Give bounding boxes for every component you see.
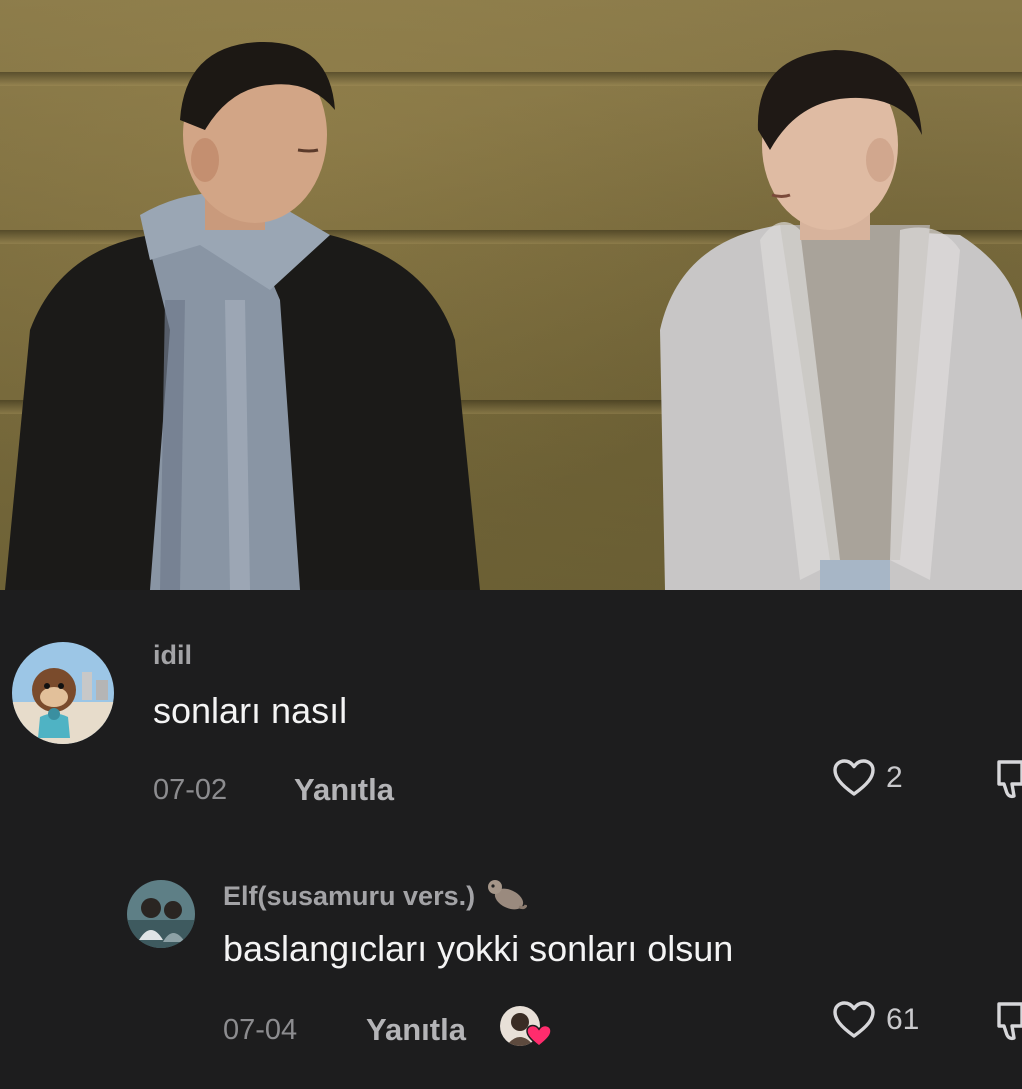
avatar-couple-photo-icon bbox=[127, 880, 195, 948]
like-count: 61 bbox=[886, 1003, 920, 1036]
reply-button[interactable]: Yanıtla bbox=[294, 772, 394, 808]
dislike-button[interactable] bbox=[996, 758, 1022, 805]
dislike-button[interactable] bbox=[996, 1000, 1022, 1047]
otter-emoji-icon bbox=[487, 880, 528, 910]
heart-outline-icon bbox=[833, 759, 875, 796]
thumbs-down-icon bbox=[997, 1002, 1022, 1041]
people-illustration bbox=[5, 41, 1022, 590]
comment-date: 07-04 bbox=[223, 1014, 298, 1046]
comment-username[interactable]: Elf(susamuru vers.) bbox=[223, 877, 528, 913]
avatar[interactable] bbox=[127, 880, 195, 948]
like-button[interactable]: 61 bbox=[832, 1000, 919, 1040]
comment-section: idil sonları nasıl 07-02 Yanıtla 2 Elf(s… bbox=[0, 590, 1022, 1089]
reply-button[interactable]: Yanıtla bbox=[366, 1012, 466, 1048]
thumbs-down-icon bbox=[997, 760, 1022, 799]
left-person bbox=[5, 41, 480, 590]
right-person bbox=[660, 50, 1022, 590]
comment-text: baslangıcları yokki sonları olsun bbox=[223, 928, 734, 969]
comment-text: sonları nasıl bbox=[153, 690, 348, 731]
heart-badge-icon bbox=[526, 1024, 552, 1047]
avatar-monkey-beach-icon bbox=[12, 642, 114, 744]
like-button[interactable]: 2 bbox=[832, 758, 903, 798]
like-count: 2 bbox=[886, 761, 903, 794]
comment-username[interactable]: idil bbox=[153, 640, 192, 671]
post-image bbox=[0, 0, 1022, 590]
comment-date: 07-02 bbox=[153, 774, 228, 806]
username-text: Elf(susamuru vers.) bbox=[223, 881, 476, 911]
heart-outline-icon bbox=[833, 1001, 875, 1038]
avatar[interactable] bbox=[12, 642, 114, 744]
